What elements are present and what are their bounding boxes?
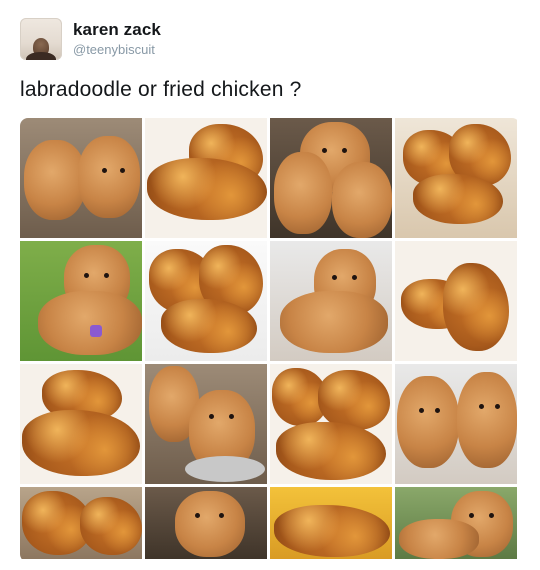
dog-bowl — [185, 456, 265, 482]
photo-fried-chicken[interactable] — [270, 487, 392, 559]
chicken-icon — [318, 370, 390, 430]
avatar[interactable] — [20, 18, 62, 60]
photo-labradoodle[interactable] — [145, 487, 267, 559]
dog-eye — [435, 408, 440, 413]
chicken-icon — [276, 422, 386, 480]
tweet-text: labradoodle or fried chicken ? — [20, 78, 302, 101]
dog-eye — [219, 513, 224, 518]
dog-icon — [24, 140, 86, 220]
photo-fried-chicken[interactable] — [20, 364, 142, 484]
dog-eye — [84, 273, 89, 278]
dog-icon — [78, 136, 140, 218]
author-handle[interactable]: @teenybiscuit — [73, 42, 155, 57]
media-grid[interactable] — [20, 118, 520, 562]
photo-labradoodle[interactable] — [20, 241, 142, 361]
dog-icon — [175, 491, 245, 557]
photo-labradoodle[interactable] — [270, 118, 392, 238]
dog-eye — [322, 148, 327, 153]
chicken-icon — [443, 263, 509, 351]
dog-eye — [102, 168, 107, 173]
author-name[interactable]: karen zack — [73, 20, 161, 40]
chicken-icon — [80, 497, 142, 555]
dog-eye — [352, 275, 357, 280]
dog-eye — [229, 414, 234, 419]
photo-fried-chicken[interactable] — [20, 487, 142, 559]
photo-fried-chicken[interactable] — [145, 241, 267, 361]
photo-fried-chicken[interactable] — [395, 241, 517, 361]
dog-icon — [457, 372, 517, 468]
dog-eye — [342, 148, 347, 153]
dog-eye — [495, 404, 500, 409]
photo-labradoodle[interactable] — [145, 364, 267, 484]
photo-labradoodle[interactable] — [270, 241, 392, 361]
photo-labradoodle[interactable] — [395, 364, 517, 484]
dog-eye — [489, 513, 494, 518]
chicken-icon — [274, 505, 390, 557]
dog-icon — [280, 291, 388, 353]
dog-icon — [399, 519, 479, 559]
photo-fried-chicken[interactable] — [395, 118, 517, 238]
dog-icon — [38, 291, 142, 355]
photo-labradoodle[interactable] — [395, 487, 517, 559]
dog-eye — [209, 414, 214, 419]
avatar-shoulders — [26, 52, 56, 60]
dog-eye — [195, 513, 200, 518]
dog-icon — [332, 162, 392, 238]
photo-fried-chicken[interactable] — [145, 118, 267, 238]
dog-tag — [90, 325, 102, 337]
dog-eye — [469, 513, 474, 518]
dog-icon — [274, 152, 332, 234]
dog-icon — [397, 376, 459, 468]
dog-eye — [479, 404, 484, 409]
dog-eye — [332, 275, 337, 280]
dog-eye — [104, 273, 109, 278]
dog-eye — [120, 168, 125, 173]
photo-fried-chicken[interactable] — [270, 364, 392, 484]
photo-labradoodle[interactable] — [20, 118, 142, 238]
chicken-icon — [22, 410, 140, 476]
dog-eye — [419, 408, 424, 413]
